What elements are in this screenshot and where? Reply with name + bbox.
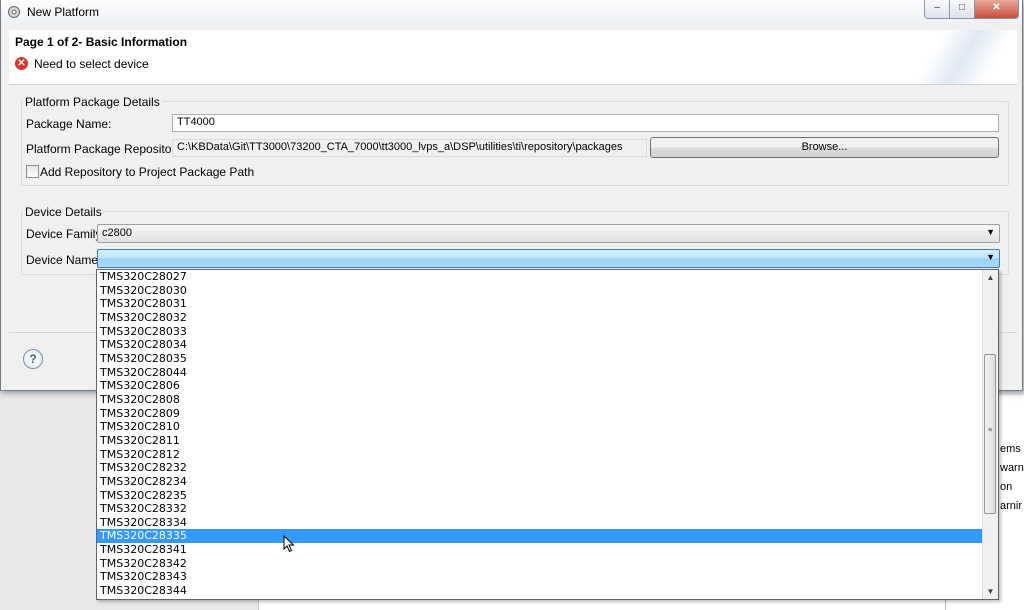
package-name-label: Package Name: (26, 117, 112, 131)
device-option[interactable]: TMS320C28335 (97, 529, 984, 544)
device-option[interactable]: TMS320C28027 (97, 270, 984, 284)
device-option[interactable]: TMS320C28235 (97, 489, 984, 503)
device-family-value: c2800 (102, 227, 132, 239)
page-title: Page 1 of 2- Basic Information (15, 35, 188, 49)
device-option[interactable]: TMS320C28234 (97, 475, 984, 489)
device-option[interactable]: TMS320C2809 (97, 407, 984, 421)
help-question-icon[interactable]: ? (23, 349, 43, 369)
add-repository-checkbox[interactable] (26, 165, 39, 178)
device-family-select[interactable]: c2800 ▼ (97, 224, 1000, 243)
device-option[interactable]: TMS320C28034 (97, 338, 984, 352)
add-repository-label: Add Repository to Project Package Path (40, 165, 255, 179)
browse-button[interactable]: Browse... (650, 137, 999, 158)
repository-label: Platform Package Repository: (26, 142, 185, 156)
device-option[interactable]: TMS320C28232 (97, 461, 984, 475)
scrollbar-thumb[interactable]: ≡ (984, 354, 996, 514)
grip-icon: ≡ (988, 427, 993, 434)
dropdown-scrollbar[interactable]: ▲ ≡ ▼ (982, 270, 998, 599)
device-option[interactable]: TMS320C2811 (97, 434, 984, 448)
device-option[interactable]: TMS320C2812 (97, 448, 984, 462)
scroll-up-arrow-icon[interactable]: ▲ (983, 270, 998, 285)
device-name-label: Device Name (26, 253, 99, 267)
background-text-4: arnir (1000, 500, 1023, 512)
scroll-down-arrow-icon[interactable]: ▼ (983, 584, 998, 599)
device-option[interactable]: TMS320C28344 (97, 584, 984, 598)
wizard-header: Page 1 of 2- Basic Information ✕ Need to… (9, 30, 1017, 85)
device-name-dropdown-list[interactable]: TMS320C28027 TMS320C28030 TMS320C28031 TMS3… (96, 269, 999, 600)
device-option[interactable]: TMS320C28030 (97, 284, 984, 298)
device-option[interactable]: TMS320C2810 (97, 420, 984, 434)
device-option[interactable]: TMS320C28035 (97, 352, 984, 366)
close-button[interactable]: ✕ (974, 0, 1019, 19)
title-bar[interactable]: New Platform – □ ✕ (1, 0, 1022, 24)
device-details-group-label: Device Details (23, 205, 104, 219)
device-option[interactable]: TMS320C28334 (97, 516, 984, 530)
device-option[interactable]: TMS320C28342 (97, 557, 984, 571)
device-option[interactable]: TMS320C2806 (97, 379, 984, 393)
chevron-down-icon: ▼ (986, 227, 995, 237)
device-option[interactable]: TMS320C28341 (97, 543, 984, 557)
device-family-label: Device Family (26, 227, 102, 241)
repository-path-field[interactable]: C:\KBData\Git\TT3000\73200_CTA_7000\tt30… (172, 139, 647, 157)
maximize-button[interactable]: □ (949, 0, 975, 19)
error-message: Need to select device (34, 57, 149, 71)
background-text-1: ems (1000, 443, 1021, 455)
background-text-3: on (1000, 481, 1013, 493)
error-x-icon: ✕ (15, 57, 28, 70)
package-name-input[interactable]: TT4000 (172, 114, 999, 132)
minimize-button[interactable]: – (924, 0, 950, 19)
app-gear-icon (8, 6, 20, 18)
device-option[interactable]: TMS320C28032 (97, 311, 984, 325)
chevron-down-icon: ▼ (986, 252, 995, 262)
header-decoration (877, 30, 1017, 84)
device-name-select[interactable]: ▼ (97, 249, 1000, 268)
mouse-pointer-icon (283, 535, 295, 553)
background-text-2: warn (1000, 462, 1024, 474)
platform-package-group-label: Platform Package Details (23, 95, 162, 109)
device-option[interactable]: TMS320C28031 (97, 297, 984, 311)
device-option[interactable]: TMS320C28332 (97, 502, 984, 516)
device-name-options: TMS320C28027 TMS320C28030 TMS320C28031 TMS3… (97, 270, 984, 598)
device-option[interactable]: TMS320C28044 (97, 366, 984, 380)
device-option[interactable]: TMS320C28033 (97, 325, 984, 339)
device-option[interactable]: TMS320C2808 (97, 393, 984, 407)
window-title: New Platform (27, 5, 100, 19)
device-option[interactable]: TMS320C28343 (97, 570, 984, 584)
